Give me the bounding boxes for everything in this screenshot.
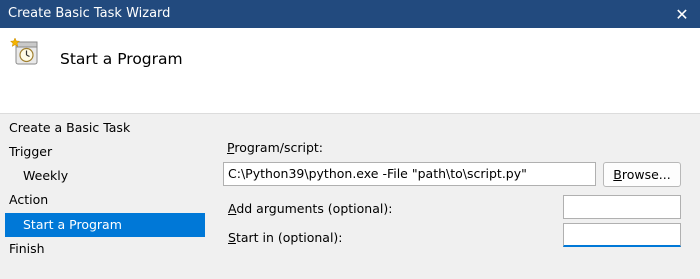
- step-start-a-program[interactable]: Start a Program: [5, 213, 205, 237]
- step-label: Finish: [9, 241, 45, 256]
- close-icon[interactable]: ✕: [664, 0, 700, 28]
- window-title: Create Basic Task Wizard: [8, 6, 171, 21]
- wizard-steps-nav: Create a Basic Task Trigger Weekly Actio…: [0, 114, 206, 279]
- wizard-header: Start a Program: [0, 28, 700, 114]
- start-in-input[interactable]: [563, 223, 681, 247]
- step-action[interactable]: Action: [5, 188, 205, 212]
- step-label: Start a Program: [23, 217, 122, 232]
- step-create-basic-task[interactable]: Create a Basic Task: [5, 116, 205, 140]
- add-arguments-input[interactable]: [563, 195, 681, 219]
- program-script-label: Program/script:: [227, 140, 324, 155]
- step-trigger[interactable]: Trigger: [5, 140, 205, 164]
- step-weekly[interactable]: Weekly: [5, 164, 205, 188]
- step-label: Create a Basic Task: [9, 120, 131, 135]
- step-label: Weekly: [23, 168, 69, 183]
- wizard-window: Create Basic Task Wizard ✕ Start a Progr…: [0, 0, 700, 279]
- start-in-label: Start in (optional):: [228, 230, 343, 245]
- title-bar[interactable]: Create Basic Task Wizard ✕: [0, 0, 700, 28]
- browse-button[interactable]: Browse...: [603, 162, 681, 187]
- scheduled-task-clock-icon: [10, 37, 38, 65]
- step-label: Action: [9, 192, 49, 207]
- step-finish[interactable]: Finish: [5, 237, 205, 261]
- step-label: Trigger: [9, 144, 53, 159]
- page-title: Start a Program: [60, 50, 183, 68]
- program-script-input[interactable]: C:\Python39\python.exe -File "path\to\sc…: [223, 162, 596, 186]
- add-arguments-label: Add arguments (optional):: [228, 201, 393, 216]
